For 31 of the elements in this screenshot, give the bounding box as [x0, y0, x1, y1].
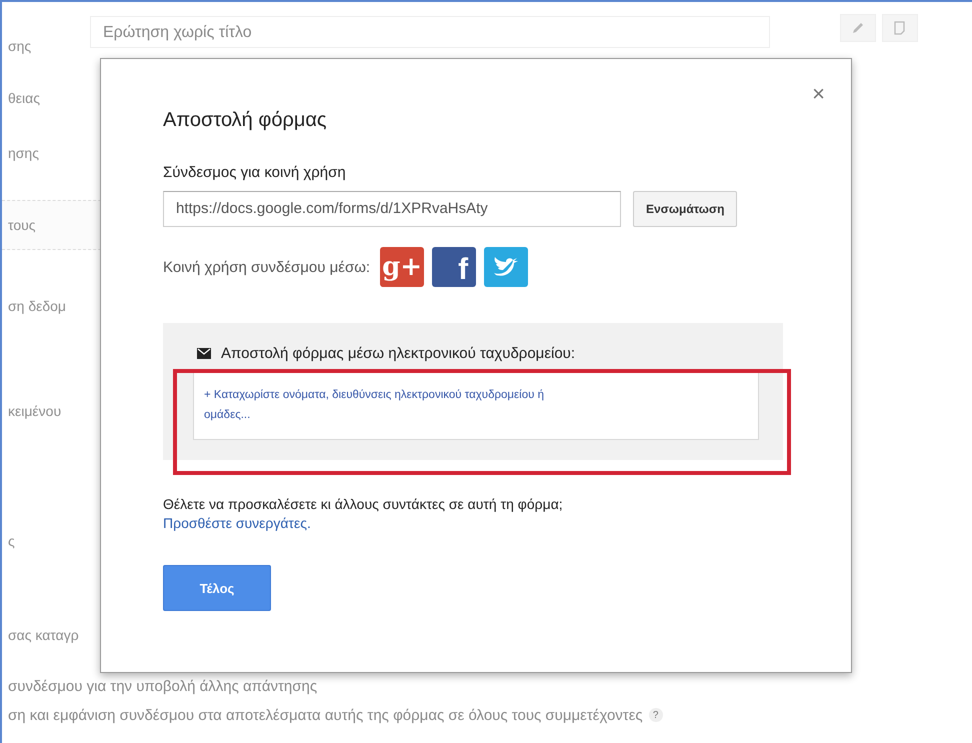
add-collaborators-link[interactable]: Προσθέστε συνεργάτες. — [163, 515, 311, 531]
collaborators-question: Θέλετε να προσκαλέσετε κι άλλους συντάκτες σε αυτή τη φόρμα; — [163, 496, 564, 512]
recipients-field[interactable]: + Καταχωρίστε ονόματα, διευθύνσεις ηλεκτρονικού ταχυδρομείου ή ομάδες... — [193, 372, 759, 440]
tab[interactable]: κειμένου — [8, 403, 62, 419]
option-label: ση και εμφάνιση συνδέσμου στα αποτελέσματα αυτής της φόρμας σε όλους τους συμμετέχοντες — [8, 706, 643, 724]
field-label: σας καταγρ — [8, 627, 79, 643]
title-field[interactable]: Ερώτηση χωρίς τίτλο — [90, 16, 770, 48]
field-label: ση δεδομ — [8, 298, 66, 314]
email-label: Αποστολή φόρμας μέσω ηλεκτρονικού ταχυδρομείου: — [221, 345, 576, 362]
facebook-button[interactable]: f — [432, 247, 476, 287]
field-label: ησης — [8, 145, 39, 161]
link-label: Σύνδεσμος για κοινή χρήση — [163, 164, 347, 181]
embed-button[interactable]: Ενσωμάτωση — [633, 191, 738, 227]
field-label: ς — [8, 533, 15, 549]
done-button[interactable]: Τέλος — [163, 565, 271, 611]
field-label: σης — [8, 38, 32, 54]
help-icon[interactable]: ? — [648, 708, 663, 722]
option-label: συνδέσμου για την υποβολή άλλης απάντησης — [8, 678, 318, 694]
edit-button[interactable] — [840, 14, 876, 42]
close-button[interactable]: × — [812, 83, 825, 105]
google-plus-button[interactable]: g+ — [380, 247, 424, 287]
envelope-icon — [197, 348, 211, 359]
pencil-icon — [851, 21, 865, 35]
copy-button[interactable] — [882, 14, 918, 42]
field-label: θειας — [8, 90, 40, 106]
twitter-button[interactable] — [484, 247, 528, 287]
dialog-title: Αποστολή φόρμας — [163, 109, 328, 132]
link-field[interactable]: https://docs.google.com/forms/d/1XPRvaHsAty — [163, 191, 621, 227]
copy-icon — [893, 20, 907, 36]
share-label: Κοινή χρήση συνδέσμου μέσω: — [163, 258, 370, 276]
section-label: τους — [8, 217, 36, 233]
